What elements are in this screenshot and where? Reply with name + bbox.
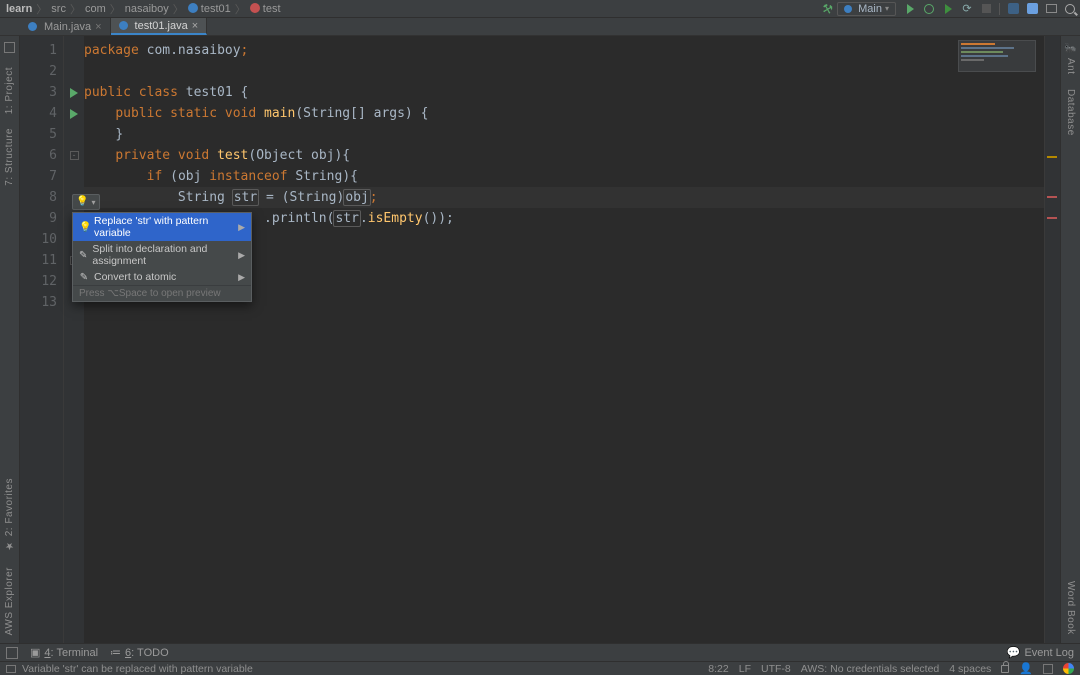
- update-icon[interactable]: [1026, 3, 1038, 15]
- tab-main-java[interactable]: Main.java ×: [20, 18, 111, 35]
- crumb-method[interactable]: test: [248, 3, 283, 15]
- chevron-icon: 〉: [110, 1, 121, 17]
- intention-popup: 💡 Replace 'str' with pattern variable ▶ …: [72, 212, 252, 302]
- chevron-icon: 〉: [235, 1, 246, 17]
- crumb[interactable]: com: [83, 3, 108, 15]
- method-icon: [250, 3, 260, 13]
- vcs-icon[interactable]: [1007, 3, 1019, 15]
- navbar: learn 〉 src 〉 com 〉 nasaiboy 〉 test01 〉 …: [0, 0, 1080, 18]
- tab-label: test01.java: [135, 20, 188, 32]
- run-button[interactable]: [904, 3, 916, 15]
- aws-status[interactable]: AWS: No credentials selected: [801, 663, 940, 675]
- line-ending[interactable]: LF: [739, 663, 751, 675]
- class-icon: [188, 3, 198, 13]
- gutter-icons: - -: [64, 36, 84, 643]
- favorites-tool-button[interactable]: ★ 2: Favorites: [4, 478, 15, 551]
- crumb-project[interactable]: learn: [4, 3, 34, 15]
- intention-label: Split into declaration and assignment: [92, 243, 233, 267]
- search-icon[interactable]: [1064, 3, 1076, 15]
- fold-icon[interactable]: -: [70, 151, 79, 160]
- dropdown-caret-icon: ▾: [91, 198, 95, 207]
- tab-test01-java[interactable]: test01.java ×: [111, 18, 208, 35]
- panel-icon[interactable]: [1045, 3, 1057, 15]
- right-tool-strip: 🐜 Ant Database Word Book: [1060, 36, 1080, 643]
- intention-item-replace-pattern[interactable]: 💡 Replace 'str' with pattern variable ▶: [73, 213, 251, 241]
- event-log-button[interactable]: 💬 Event Log: [1007, 646, 1074, 659]
- project-icon[interactable]: [4, 42, 15, 53]
- indent-config[interactable]: 4 spaces: [949, 663, 991, 675]
- edit-icon: ✎: [79, 272, 89, 283]
- run-config-label: Main: [858, 3, 882, 15]
- run-gutter-icon[interactable]: [70, 109, 78, 119]
- submenu-caret-icon: ▶: [238, 250, 245, 261]
- crumb-class[interactable]: test01: [186, 3, 233, 15]
- status-bar: Variable 'str' can be replaced with patt…: [0, 661, 1080, 675]
- separator: [999, 3, 1000, 15]
- crumb[interactable]: nasaiboy: [123, 3, 171, 15]
- build-button[interactable]: ⚒: [821, 3, 833, 15]
- memory-indicator-icon[interactable]: 👤: [1019, 662, 1033, 675]
- bottom-toolbar: ▣ 4: Terminal ≔ 6: TODO 💬 Event Log: [0, 643, 1080, 661]
- code-minimap[interactable]: [958, 40, 1036, 72]
- submenu-caret-icon: ▶: [238, 272, 245, 283]
- crumb[interactable]: src: [49, 3, 68, 15]
- bulb-icon: 💡: [79, 222, 89, 233]
- google-icon[interactable]: [1063, 663, 1074, 674]
- dropdown-caret-icon: ▾: [885, 4, 889, 13]
- stop-button[interactable]: [980, 3, 992, 15]
- chevron-icon: 〉: [36, 1, 47, 17]
- edit-icon: ✎: [79, 250, 87, 261]
- coverage-button[interactable]: [942, 3, 954, 15]
- tab-label: Main.java: [44, 21, 91, 33]
- run-config-selector[interactable]: Main ▾: [837, 2, 896, 16]
- intention-bulb[interactable]: 💡 ▾: [72, 194, 100, 210]
- aws-tool-button[interactable]: AWS Explorer: [4, 567, 15, 635]
- terminal-tool-button[interactable]: ▣ 4: Terminal: [30, 646, 98, 659]
- status-panel-icon[interactable]: [6, 665, 16, 673]
- event-log-icon: 💬: [1007, 646, 1021, 659]
- intention-label: Replace 'str' with pattern variable: [94, 215, 233, 239]
- intention-hint: Press ⌥Space to open preview: [73, 285, 251, 301]
- bulb-icon: 💡: [76, 197, 88, 207]
- encoding[interactable]: UTF-8: [761, 663, 791, 675]
- intention-item-atomic[interactable]: ✎ Convert to atomic ▶: [73, 269, 251, 285]
- structure-tool-button[interactable]: 7: Structure: [4, 128, 15, 186]
- chevron-icon: 〉: [70, 1, 81, 17]
- lock-icon[interactable]: [1001, 665, 1009, 673]
- warning-marker[interactable]: [1047, 156, 1057, 158]
- breadcrumb[interactable]: learn 〉 src 〉 com 〉 nasaiboy 〉 test01 〉 …: [4, 1, 283, 17]
- run-config-icon: [844, 5, 852, 13]
- profile-button[interactable]: ⟳: [961, 3, 973, 15]
- class-icon: [119, 21, 128, 30]
- database-tool-button[interactable]: Database: [1065, 89, 1076, 136]
- status-message: Variable 'str' can be replaced with patt…: [22, 663, 253, 675]
- error-marker[interactable]: [1047, 217, 1057, 219]
- wordbook-tool-button[interactable]: Word Book: [1065, 581, 1076, 635]
- close-icon[interactable]: ×: [192, 20, 198, 32]
- debug-button[interactable]: [923, 3, 935, 15]
- code-editor[interactable]: 12 34 56 78 910 1112 13 - -: [20, 36, 1060, 643]
- intention-label: Convert to atomic: [94, 271, 176, 283]
- class-icon: [28, 22, 37, 31]
- bottom-panel-icon[interactable]: [6, 647, 18, 659]
- code-content[interactable]: package com.nasaiboy; public class test0…: [84, 36, 1044, 643]
- left-tool-strip: 1: Project 7: Structure ★ 2: Favorites A…: [0, 36, 20, 643]
- submenu-caret-icon: ▶: [238, 222, 245, 233]
- error-marker[interactable]: [1047, 196, 1057, 198]
- caret-position[interactable]: 8:22: [708, 663, 728, 675]
- todo-tool-button[interactable]: ≔ 6: TODO: [110, 646, 169, 659]
- close-icon[interactable]: ×: [95, 21, 101, 33]
- intention-item-split[interactable]: ✎ Split into declaration and assignment …: [73, 241, 251, 269]
- error-stripe[interactable]: [1044, 36, 1060, 643]
- chevron-icon: 〉: [173, 1, 184, 17]
- run-gutter-icon[interactable]: [70, 88, 78, 98]
- gutter-numbers: 12 34 56 78 910 1112 13: [20, 36, 64, 643]
- project-tool-button[interactable]: 1: Project: [4, 67, 15, 114]
- ant-tool-button[interactable]: 🐜 Ant: [1065, 42, 1076, 75]
- misc-icon[interactable]: [1043, 664, 1053, 674]
- editor-tabs: Main.java × test01.java ×: [0, 18, 1080, 36]
